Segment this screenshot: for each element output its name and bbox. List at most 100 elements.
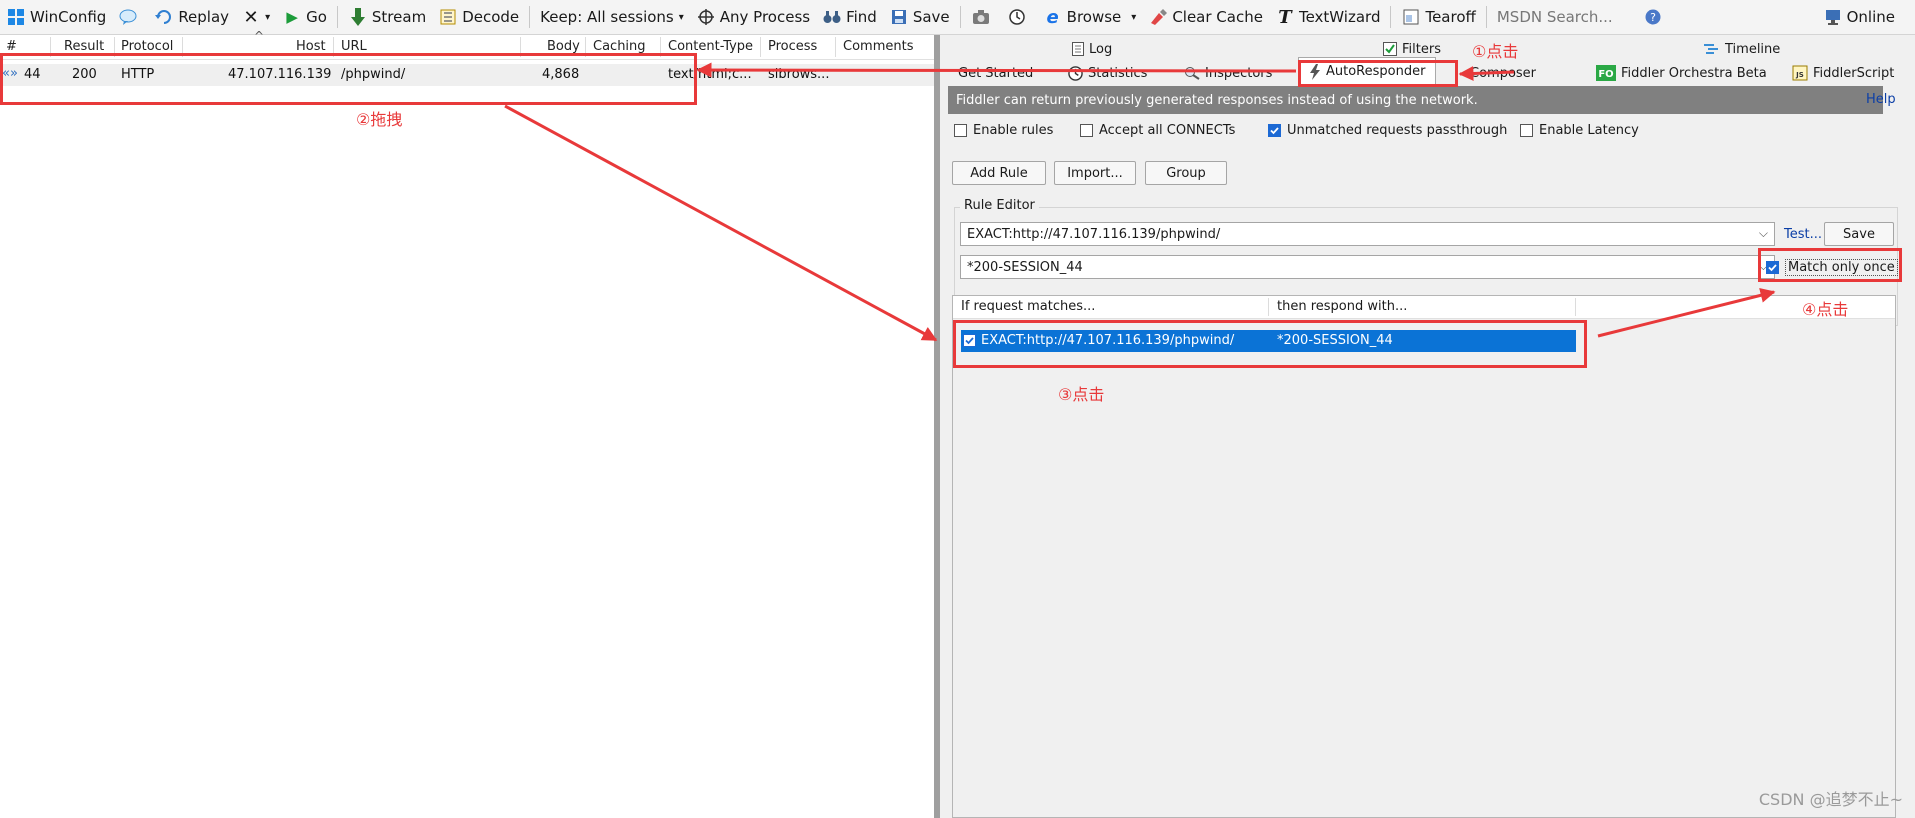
chevron-down-icon[interactable]: ⌵ <box>1759 226 1768 241</box>
replay-button[interactable]: Replay <box>148 0 235 34</box>
toolbar-divider <box>959 6 961 28</box>
import-button[interactable]: Import... <box>1054 161 1136 185</box>
enable-rules-checkbox[interactable]: Enable rules <box>954 123 1053 138</box>
keep-sessions-label: Keep: All sessions <box>540 8 674 26</box>
column-header-then-respond-with[interactable]: then respond with... <box>1277 299 1407 314</box>
browse-button[interactable]: e Browse ▾ <box>1037 0 1143 34</box>
autoresponder-banner-text: Fiddler can return previously generated … <box>956 92 1478 108</box>
clear-cache-button[interactable]: Clear Cache <box>1142 0 1269 34</box>
toolbar-divider <box>1485 6 1487 28</box>
tab-fiddler-orchestra[interactable]: FO Fiddler Orchestra Beta <box>1596 61 1767 85</box>
column-header-body[interactable]: Body <box>547 39 580 54</box>
tab-inspectors[interactable]: Inspectors <box>1184 61 1272 85</box>
column-header-process[interactable]: Process <box>768 39 817 54</box>
column-header-comments[interactable]: Comments <box>843 39 913 54</box>
tab-autoresponder[interactable]: AutoResponder <box>1298 57 1437 85</box>
any-process-button[interactable]: Any Process <box>690 0 816 34</box>
tab-log-label: Log <box>1089 41 1113 57</box>
tearoff-button[interactable]: Tearoff <box>1395 0 1481 34</box>
tab-composer[interactable]: Composer <box>1470 61 1536 85</box>
session-result: 200 <box>72 67 97 82</box>
log-icon <box>1072 42 1084 56</box>
comment-button[interactable] <box>112 0 148 34</box>
tab-statistics-label: Statistics <box>1088 65 1148 81</box>
textwizard-button[interactable]: T TextWizard <box>1269 0 1387 34</box>
winconfig-button[interactable]: WinConfig <box>0 0 112 34</box>
rule-match-text: EXACT:http://47.107.116.139/phpwind/ <box>981 333 1235 348</box>
group-label: Group <box>1166 165 1206 181</box>
screenshot-button[interactable] <box>965 0 1001 34</box>
stream-label: Stream <box>371 8 427 26</box>
add-rule-button[interactable]: Add Rule <box>952 161 1046 185</box>
toolbar-divider <box>529 6 531 28</box>
filters-check-icon <box>1383 42 1397 56</box>
inspectors-icon <box>1184 66 1200 80</box>
add-rule-label: Add Rule <box>970 165 1028 181</box>
watermark: CSDN @追梦不止~ <box>1758 790 1903 809</box>
clear-cache-label: Clear Cache <box>1172 8 1263 26</box>
column-header-result[interactable]: Result <box>64 39 104 54</box>
tab-fiddlerscript-label: FiddlerScript <box>1813 65 1895 81</box>
save-rule-button[interactable]: Save <box>1824 222 1894 246</box>
decode-button[interactable]: Decode <box>432 0 525 34</box>
online-status-button[interactable]: Online <box>1817 0 1901 34</box>
timeline-icon <box>1704 43 1720 55</box>
match-only-once-checkbox[interactable]: Match only once <box>1766 259 1898 276</box>
column-header-if-request-matches[interactable]: If request matches... <box>961 299 1095 314</box>
column-header-number[interactable]: # <box>6 39 17 54</box>
save-button[interactable]: Save <box>883 0 956 34</box>
keep-sessions-dropdown[interactable]: Keep: All sessions ▾ <box>534 0 690 34</box>
column-header-caching[interactable]: Caching <box>593 39 646 54</box>
save-rule-label: Save <box>1843 226 1875 242</box>
column-header-url[interactable]: URL <box>341 39 367 54</box>
unmatched-passthrough-checkbox[interactable]: Unmatched requests passthrough <box>1268 123 1507 138</box>
annotation-step3: ③点击 <box>1058 385 1105 404</box>
stream-button[interactable]: Stream <box>342 0 432 34</box>
session-protocol: HTTP <box>121 67 155 82</box>
accept-connects-label: Accept all CONNECTs <box>1099 123 1236 138</box>
sessions-panel: # Result Protocol Host ^ URL Body Cachin… <box>0 29 934 818</box>
tab-fiddler-orchestra-label: Fiddler Orchestra Beta <box>1621 65 1767 81</box>
camera-icon <box>971 7 991 27</box>
help-link[interactable]: Help <box>1866 92 1896 107</box>
go-button[interactable]: ▶ Go <box>276 0 333 34</box>
column-header-protocol[interactable]: Protocol <box>121 39 173 54</box>
browser-icon: e <box>1046 6 1059 28</box>
group-button[interactable]: Group <box>1145 161 1227 185</box>
tearoff-icon <box>1401 7 1421 27</box>
help-toolbar-button[interactable]: ? <box>1637 0 1673 34</box>
timer-button[interactable] <box>1001 0 1037 34</box>
tab-get-started[interactable]: Get Started <box>958 61 1033 85</box>
respond-combobox-value: *200-SESSION_44 <box>967 259 1083 275</box>
tab-log[interactable]: Log <box>1072 37 1112 61</box>
column-header-content-type[interactable]: Content-Type <box>668 39 753 54</box>
decode-label: Decode <box>462 8 520 26</box>
enable-latency-checkbox[interactable]: Enable Latency <box>1520 123 1639 138</box>
toolbar-divider <box>1390 6 1392 28</box>
remove-dropdown-icon: ▾ <box>265 11 271 23</box>
respond-combobox[interactable]: *200-SESSION_44 ⌵ <box>960 255 1775 279</box>
speech-bubble-icon <box>118 7 138 27</box>
main-toolbar: WinConfig Replay ✕ ▾ ▶ Go Stream Decode … <box>0 0 1915 35</box>
match-combobox-value: EXACT:http://47.107.116.139/phpwind/ <box>967 226 1221 242</box>
tab-filters-label: Filters <box>1402 41 1441 57</box>
crosshair-icon <box>696 7 716 27</box>
tab-fiddlerscript[interactable]: JS FiddlerScript <box>1792 61 1894 85</box>
tab-timeline[interactable]: Timeline <box>1704 37 1780 61</box>
column-header-host[interactable]: Host <box>296 39 326 54</box>
session-row[interactable]: «» 44 200 HTTP 47.107.116.139 /phpwind/ … <box>0 64 934 86</box>
rule-enabled-checkbox[interactable] <box>963 334 976 347</box>
test-link[interactable]: Test... <box>1784 227 1822 242</box>
column-divider <box>333 37 334 57</box>
autoresponder-banner: Fiddler can return previously generated … <box>948 86 1883 114</box>
browse-label: Browse <box>1066 8 1122 26</box>
accept-connects-checkbox[interactable]: Accept all CONNECTs <box>1080 123 1235 138</box>
binoculars-icon <box>822 7 842 27</box>
find-button[interactable]: Find <box>816 0 883 34</box>
tab-statistics[interactable]: Statistics <box>1068 61 1147 85</box>
annotation-step2: ②拖拽 <box>356 110 403 129</box>
match-combobox[interactable]: EXACT:http://47.107.116.139/phpwind/ ⌵ <box>960 222 1775 246</box>
rules-list: If request matches... then respond with.… <box>952 295 1896 818</box>
rule-row[interactable]: EXACT:http://47.107.116.139/phpwind/ *20… <box>961 330 1576 352</box>
msdn-search-input[interactable]: MSDN Search... <box>1491 5 1637 29</box>
